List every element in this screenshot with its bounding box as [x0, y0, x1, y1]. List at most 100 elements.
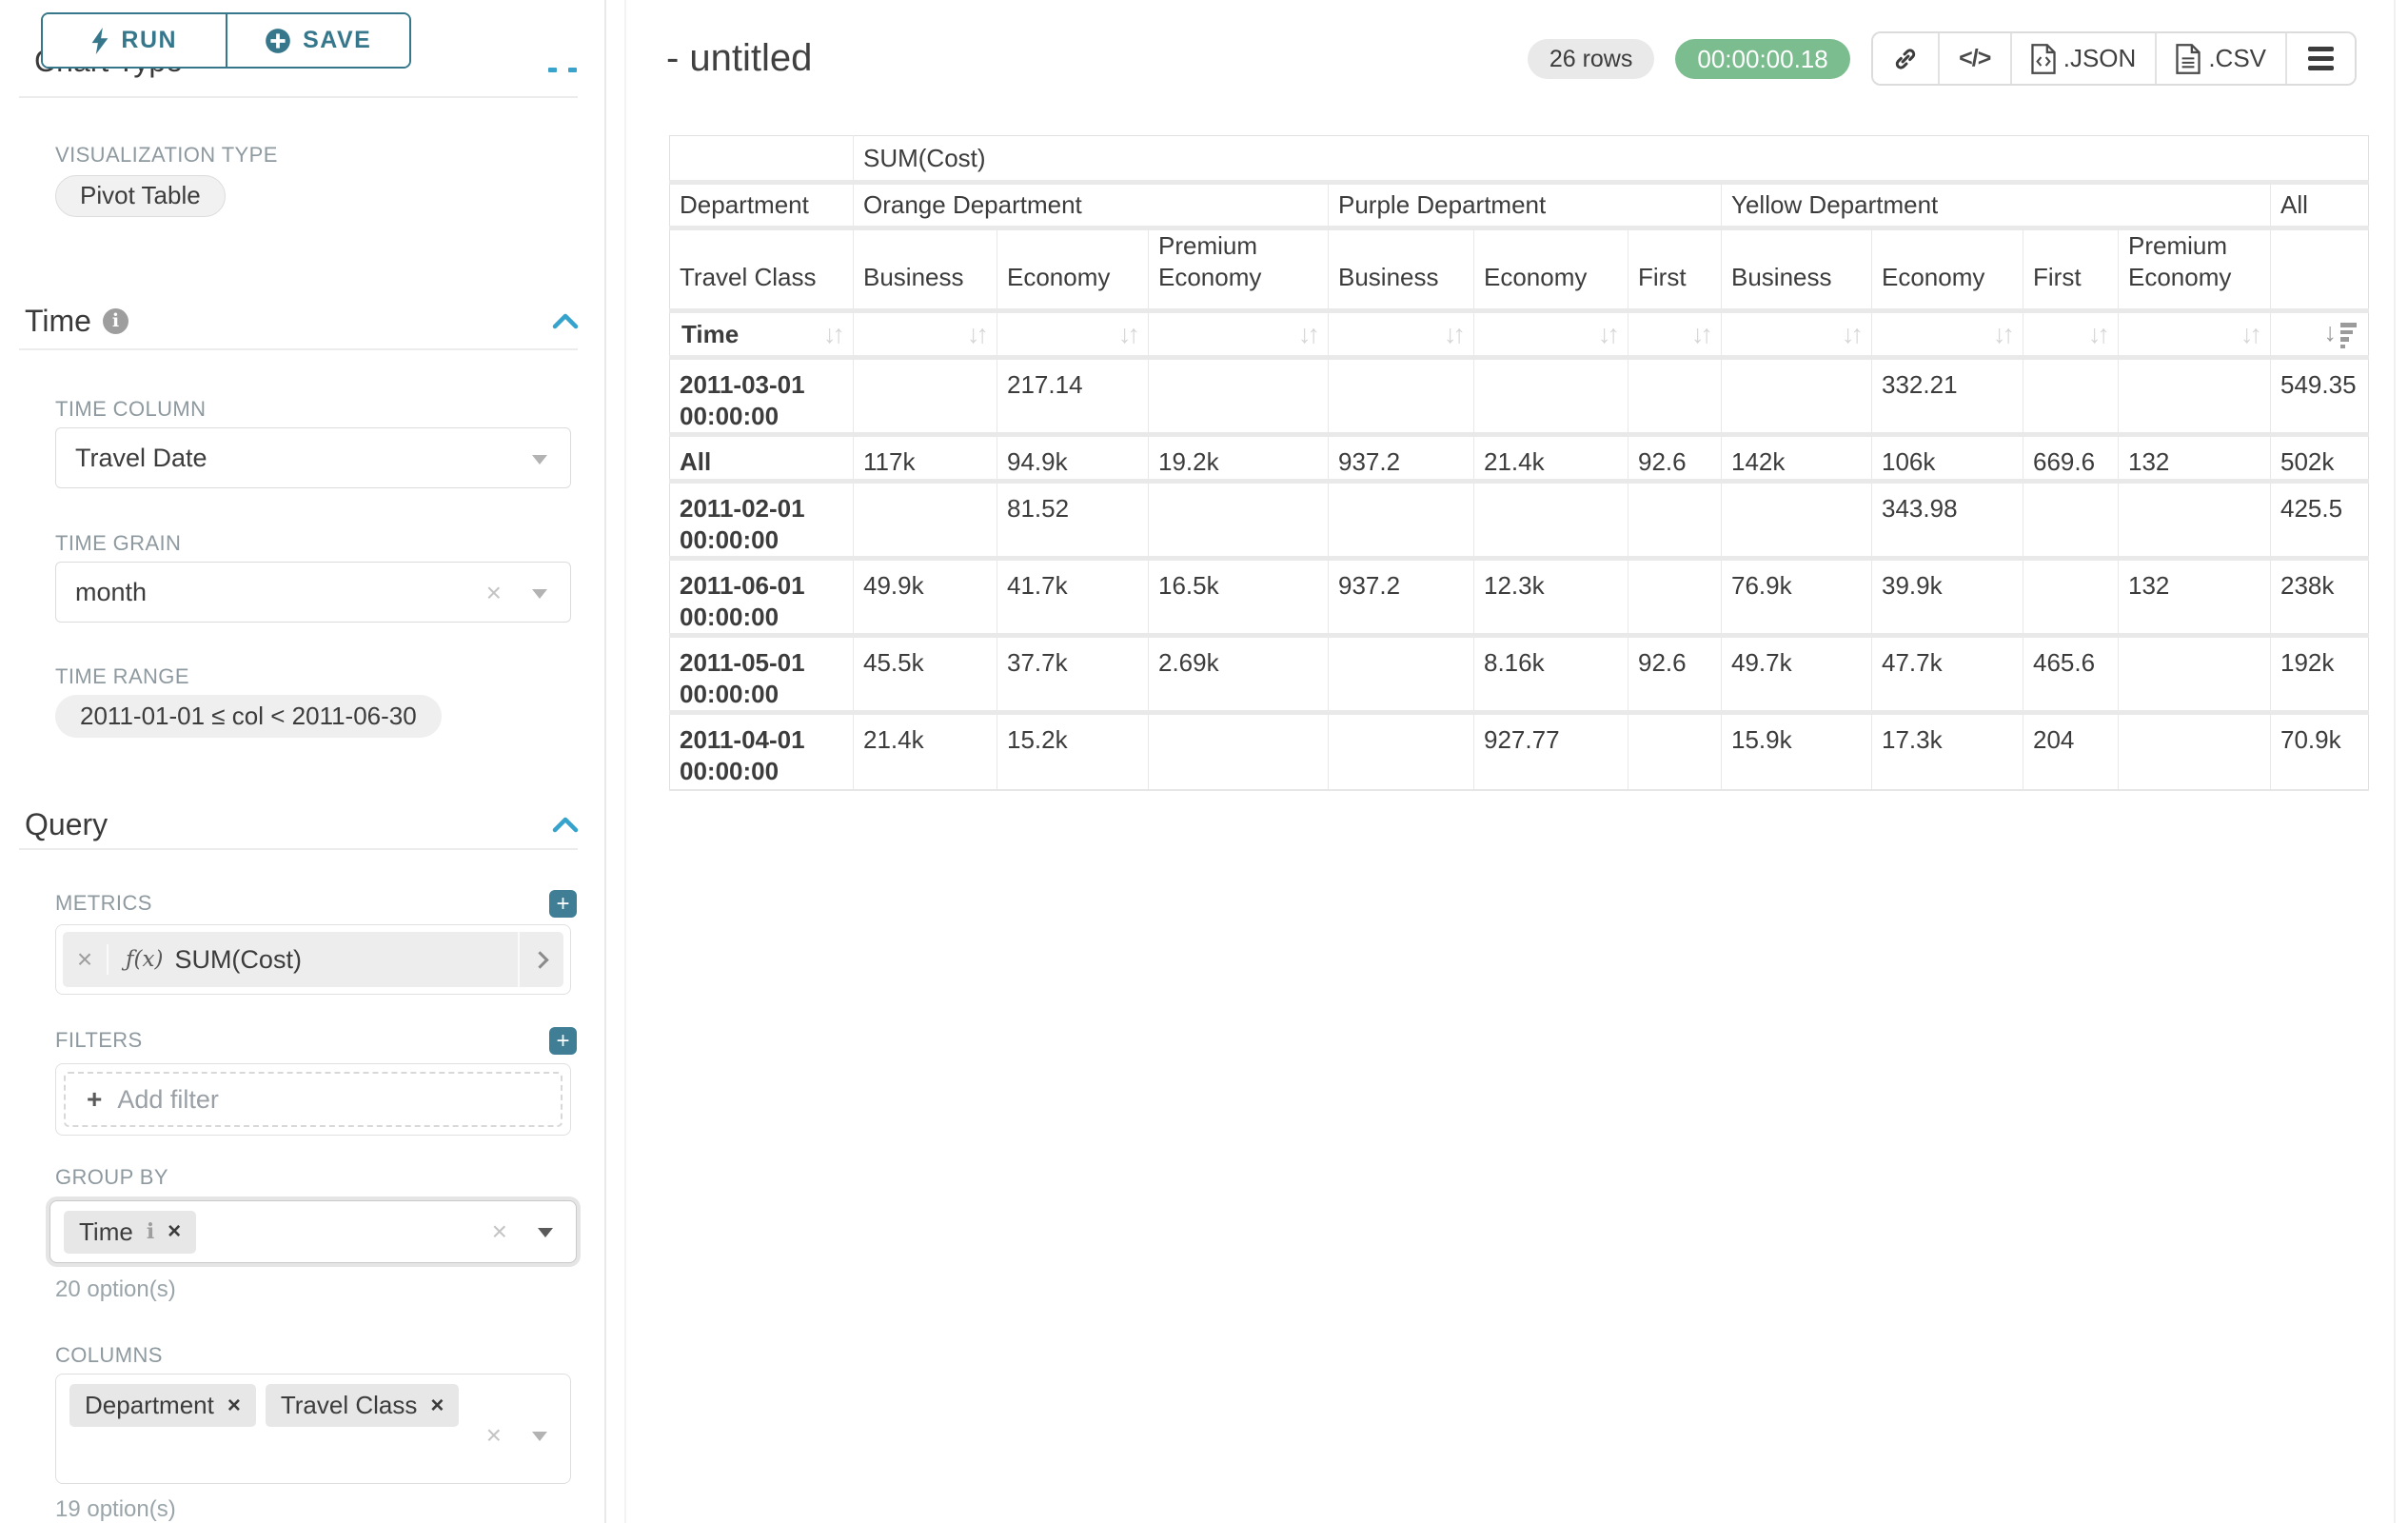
divider [19, 848, 578, 850]
sort-header[interactable] [997, 311, 1149, 358]
sort-icon[interactable] [1444, 320, 1462, 349]
add-filter-button[interactable]: + [549, 1027, 577, 1055]
sort-icon[interactable] [2240, 320, 2259, 349]
time-grain-select[interactable]: month × [55, 562, 571, 623]
time-grain-label: TIME GRAIN [55, 531, 604, 556]
share-link-button[interactable] [1873, 33, 1940, 84]
metric-item[interactable]: × ƒ(x) SUM(Cost) [63, 932, 563, 987]
info-icon: i [147, 1219, 154, 1244]
export-button-group: </> .JSON .CSV [1871, 31, 2357, 86]
metric-name: SUM(Cost) [174, 945, 302, 975]
cell: 92.6 [1628, 636, 1722, 713]
time-range-value[interactable]: 2011-01-01 ≤ col < 2011-06-30 [55, 695, 442, 738]
cell [1329, 713, 1474, 790]
table-row: 2011-05-01 00:00:00 45.5k 37.7k 2.69k 8.… [670, 636, 2369, 713]
sort-icon[interactable] [1598, 320, 1616, 349]
cell: 2.69k [1149, 636, 1329, 713]
chevron-up-icon[interactable] [552, 816, 579, 833]
time-sort-header[interactable]: Time [670, 311, 854, 358]
row-count-badge: 26 rows [1528, 39, 1655, 79]
cell: 142k [1722, 435, 1872, 482]
sort-header[interactable] [1628, 311, 1722, 358]
metric-body: ƒ(x) SUM(Cost) [109, 945, 518, 975]
class-header: First [2023, 228, 2119, 311]
cell: 117k [854, 435, 997, 482]
chevron-up-icon[interactable] [552, 312, 579, 329]
pivot-table-container: SUM(Cost) Department Orange Department P… [669, 135, 2397, 791]
time-column-label: TIME COLUMN [55, 397, 604, 422]
sort-icon[interactable] [1691, 320, 1709, 349]
control-panel: Chart Type RUN SAVE VISUALIZATION TYPE P… [0, 0, 606, 1523]
columns-select[interactable]: Department × Travel Class × × [55, 1374, 571, 1484]
remove-tag-icon[interactable]: × [227, 1393, 241, 1419]
clear-icon[interactable]: × [492, 1216, 507, 1247]
remove-tag-icon[interactable]: × [168, 1218, 181, 1245]
chart-title[interactable]: - untitled [666, 37, 812, 80]
row-label: All [670, 435, 854, 482]
query-timer-badge: 00:00:00.18 [1675, 39, 1849, 79]
sort-icon[interactable] [1842, 320, 1860, 349]
export-csv-button[interactable]: .CSV [2157, 33, 2287, 84]
class-header: Business [854, 228, 997, 311]
cell: 425.5 [2271, 482, 2369, 559]
group-by-select[interactable]: Time i × × [49, 1200, 577, 1263]
cell [1628, 713, 1722, 790]
view-query-button[interactable]: </> [1940, 33, 2012, 84]
save-label: SAVE [303, 27, 371, 54]
sort-header[interactable] [1474, 311, 1628, 358]
export-json-button[interactable]: .JSON [2012, 33, 2158, 84]
remove-metric-icon[interactable]: × [63, 944, 109, 975]
cell: 106k [1872, 435, 2023, 482]
department-group: Purple Department [1329, 183, 1722, 228]
class-header-empty [2271, 228, 2369, 311]
expand-metric-button[interactable] [518, 932, 563, 987]
time-section-header: Time i [25, 303, 579, 339]
sort-icon[interactable] [967, 320, 985, 349]
run-button[interactable]: RUN [43, 14, 227, 67]
all-column-header: All [2271, 183, 2369, 228]
cell [1474, 482, 1628, 559]
add-filter-dropzone[interactable]: + Add filter [64, 1072, 563, 1127]
sort-icon[interactable] [1298, 320, 1316, 349]
cell: 192k [2271, 636, 2369, 713]
cell [1722, 482, 1872, 559]
more-options-button[interactable] [2287, 33, 2355, 84]
sort-header[interactable] [2023, 311, 2119, 358]
sort-icon[interactable] [2088, 320, 2106, 349]
cell [2023, 559, 2119, 636]
sort-header[interactable] [1722, 311, 1872, 358]
class-header: Premium Economy [1149, 228, 1329, 311]
cell: 21.4k [854, 713, 997, 790]
sort-header-active[interactable]: ↓ [2271, 311, 2369, 358]
sort-header[interactable] [1149, 311, 1329, 358]
explore-page: Chart Type RUN SAVE VISUALIZATION TYPE P… [0, 0, 2408, 1523]
sort-icon[interactable] [823, 320, 841, 349]
table-row: All 117k 94.9k 19.2k 937.2 21.4k 92.6 14… [670, 435, 2369, 482]
query-section-title: Query [25, 807, 108, 842]
clear-icon[interactable]: × [486, 578, 502, 608]
clear-icon[interactable]: × [486, 1420, 502, 1451]
cell [1474, 358, 1628, 435]
sort-icon[interactable] [1118, 320, 1136, 349]
cell: 8.16k [1474, 636, 1628, 713]
visualization-type-value[interactable]: Pivot Table [55, 175, 226, 217]
sort-descending-icon[interactable]: ↓ [2324, 320, 2358, 348]
divider [19, 348, 578, 350]
add-metric-button[interactable]: + [549, 890, 577, 918]
cell: 45.5k [854, 636, 997, 713]
scrollbar-track[interactable] [2394, 0, 2396, 1523]
sort-icon[interactable] [1993, 320, 2011, 349]
save-button[interactable]: SAVE [227, 14, 410, 67]
department-group: Yellow Department [1722, 183, 2271, 228]
sort-header[interactable] [854, 311, 997, 358]
cell: 41.7k [997, 559, 1149, 636]
remove-tag-icon[interactable]: × [430, 1393, 444, 1419]
sort-header[interactable] [1872, 311, 2023, 358]
group-by-options-hint: 20 option(s) [55, 1276, 604, 1303]
sort-header[interactable] [1329, 311, 1474, 358]
sort-header[interactable] [2119, 311, 2271, 358]
time-dim-label: Time [681, 320, 739, 349]
time-column-select[interactable]: Travel Date [55, 427, 571, 488]
table-row: 2011-03-01 00:00:00 217.14 332.21 549.35 [670, 358, 2369, 435]
visualization-type-label: VISUALIZATION TYPE [55, 143, 604, 168]
